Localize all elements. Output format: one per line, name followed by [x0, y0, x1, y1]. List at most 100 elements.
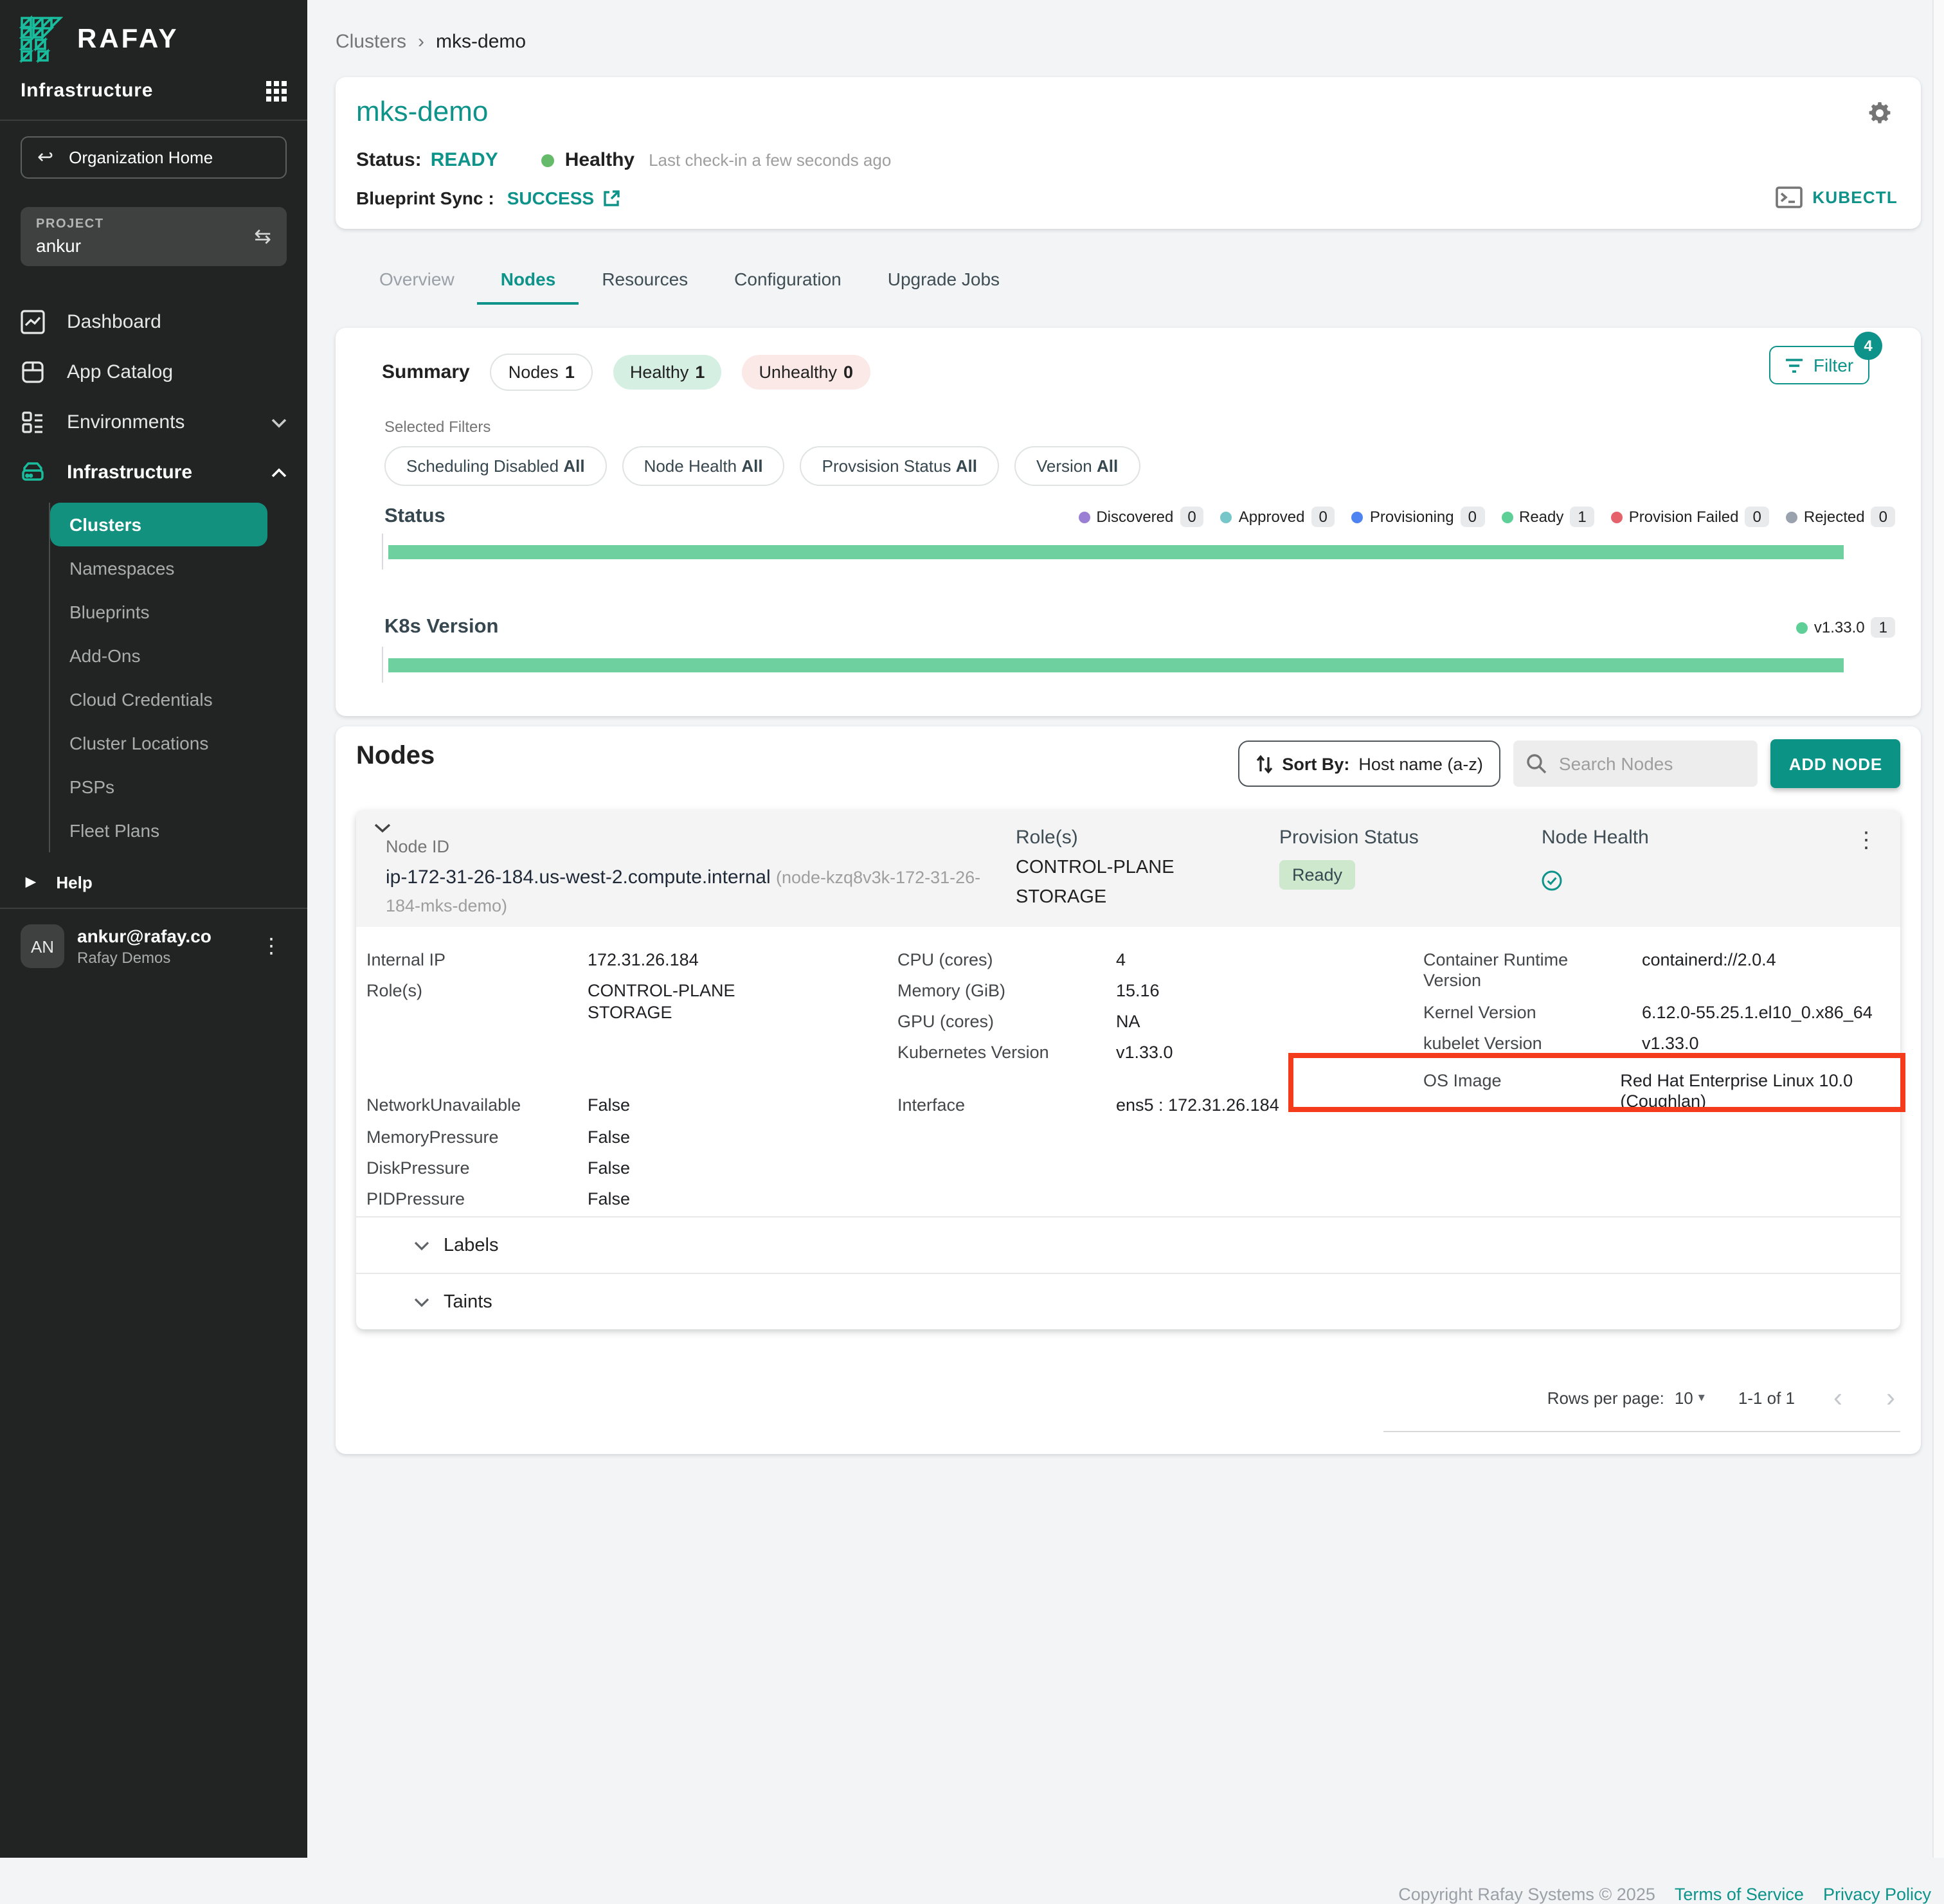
status-bar-ready: [388, 544, 1844, 559]
sort-value: Host name (a-z): [1358, 754, 1483, 773]
next-page-icon[interactable]: ›: [1881, 1385, 1900, 1412]
user-account: AN ankur@rafay.co Rafay Demos ⋮: [0, 908, 307, 983]
environments-icon: [21, 410, 45, 435]
copyright-text: Copyright Rafay Systems © 2025: [1398, 1885, 1655, 1904]
unhealthy-count-chip[interactable]: Unhealthy 0: [742, 355, 870, 390]
detail-row: GPU (cores)NA: [897, 1012, 1140, 1032]
breadcrumb: Clusters › mks-demo: [336, 31, 526, 53]
nodes-count-chip[interactable]: Nodes 1: [491, 354, 593, 391]
sidebar-nav: Dashboard App Catalog Environments: [0, 297, 307, 852]
sort-by-button[interactable]: Sort By: Host name (a-z): [1238, 741, 1501, 787]
tab-overview[interactable]: Overview: [356, 261, 478, 305]
privacy-policy-link[interactable]: Privacy Policy: [1823, 1885, 1931, 1904]
sidebar-item-environments[interactable]: Environments: [0, 397, 307, 447]
sidebar-item-psps[interactable]: PSPs: [50, 765, 307, 809]
gear-icon[interactable]: [1867, 100, 1893, 126]
rows-per-page-label: Rows per page:: [1547, 1388, 1664, 1408]
page-scrollbar[interactable]: [1932, 0, 1944, 1858]
legend-provisioning: Provisioning0: [1352, 507, 1484, 527]
detail-row: Container Runtime Versioncontainerd://2.…: [1423, 950, 1899, 992]
healthy-count-chip[interactable]: Healthy 1: [613, 355, 722, 390]
blueprint-sync-label: Blueprint Sync :: [356, 188, 494, 208]
chip-label: Unhealthy: [759, 363, 837, 382]
tab-configuration[interactable]: Configuration: [711, 261, 865, 305]
node-provision-cell: Provision Status Ready: [1279, 827, 1419, 890]
provision-status-badge: Ready: [1279, 860, 1355, 890]
main-content: Clusters › mks-demo mks-demo Status: REA…: [307, 0, 1944, 1858]
collapse-caret-icon[interactable]: [374, 823, 391, 833]
tab-nodes[interactable]: Nodes: [478, 261, 579, 305]
sidebar: RAFAY Infrastructure ↩ Organization Home…: [0, 0, 307, 1858]
project-switcher[interactable]: PROJECT ankur ⇆: [21, 207, 287, 266]
chip-count: 0: [843, 363, 853, 382]
terms-of-service-link[interactable]: Terms of Service: [1675, 1885, 1804, 1904]
nodes-card: Nodes Sort By: Host name (a-z) ADD NODE: [336, 726, 1921, 1454]
provision-status-header: Provision Status: [1279, 827, 1419, 849]
status-bar-rail: [382, 534, 1844, 570]
filter-pill-version[interactable]: Version All: [1014, 446, 1140, 486]
prev-page-icon[interactable]: ‹: [1828, 1385, 1848, 1412]
filter-pill-provision-status[interactable]: Provsision Status All: [800, 446, 999, 486]
help-toggle[interactable]: ▶ Help: [0, 852, 307, 908]
tab-resources[interactable]: Resources: [579, 261, 711, 305]
node-menu-kebab-icon[interactable]: ⋮: [1850, 828, 1882, 854]
sidebar-item-namespaces[interactable]: Namespaces: [50, 546, 307, 590]
nodes-controls: Sort By: Host name (a-z) ADD NODE: [1238, 739, 1900, 788]
chevron-down-icon: [271, 417, 287, 427]
rows-per-page-select[interactable]: 10 ▾: [1675, 1388, 1705, 1408]
node-health-header: Node Health: [1542, 827, 1649, 849]
chip-label: Nodes: [509, 363, 559, 382]
legend-count: 1: [1871, 617, 1895, 638]
search-icon: [1527, 753, 1547, 774]
taints-toggle[interactable]: Taints: [356, 1273, 1900, 1329]
blueprint-sync-value[interactable]: SUCCESS: [507, 188, 594, 208]
legend-count: 1: [1570, 507, 1594, 527]
sidebar-item-dashboard[interactable]: Dashboard: [0, 297, 307, 347]
footer: Copyright Rafay Systems © 2025 Terms of …: [1398, 1885, 1931, 1904]
sidebar-item-infrastructure[interactable]: Infrastructure: [0, 447, 307, 498]
detail-row: Kernel Version6.12.0-55.25.1.el10_0.x86_…: [1423, 1003, 1899, 1023]
search-nodes-input[interactable]: [1556, 752, 1736, 775]
organization-home-label: Organization Home: [69, 148, 213, 167]
external-link-icon[interactable]: [602, 188, 621, 208]
app-catalog-icon: [21, 360, 45, 384]
node-row-header: Node ID ip-172-31-26-184.us-west-2.compu…: [356, 810, 1900, 927]
sidebar-item-add-ons[interactable]: Add-Ons: [50, 634, 307, 678]
detail-row: STORAGE: [366, 1003, 672, 1023]
filter-pill-scheduling-disabled[interactable]: Scheduling Disabled All: [384, 446, 607, 486]
breadcrumb-clusters[interactable]: Clusters: [336, 31, 406, 53]
k8s-bar-rail: [382, 647, 1844, 683]
node-health-cell: Node Health: [1542, 827, 1649, 891]
sidebar-item-cluster-locations[interactable]: Cluster Locations: [50, 721, 307, 765]
kubectl-label: KUBECTL: [1812, 188, 1898, 207]
sidebar-item-app-catalog[interactable]: App Catalog: [0, 347, 307, 397]
sidebar-item-clusters[interactable]: Clusters: [50, 503, 267, 546]
rejected-dot-icon: [1786, 511, 1797, 523]
add-node-button[interactable]: ADD NODE: [1771, 739, 1900, 788]
labels-toggle[interactable]: Labels: [356, 1216, 1900, 1273]
sort-label: Sort By:: [1282, 754, 1349, 773]
sidebar-divider: [0, 120, 307, 121]
tab-upgrade-jobs[interactable]: Upgrade Jobs: [865, 261, 1023, 305]
detail-row: PIDPressureFalse: [366, 1189, 630, 1210]
project-label: PROJECT: [36, 217, 104, 231]
rafay-console: RAFAY Infrastructure ↩ Organization Home…: [0, 0, 1944, 1858]
filter-pill-node-health[interactable]: Node Health All: [622, 446, 785, 486]
detail-row: kubelet Versionv1.33.0: [1423, 1034, 1899, 1054]
sidebar-item-fleet-plans[interactable]: Fleet Plans: [50, 809, 307, 852]
apps-grid-icon[interactable]: [266, 80, 287, 101]
detail-row: DiskPressureFalse: [366, 1158, 630, 1179]
chip-label: Healthy: [630, 363, 689, 382]
summary-card: Summary Nodes 1 Healthy 1 Unhealthy 0 Fi…: [336, 328, 1921, 716]
kubectl-button[interactable]: KUBECTL: [1775, 186, 1898, 208]
legend-approved: Approved0: [1221, 507, 1335, 527]
sidebar-item-blueprints[interactable]: Blueprints: [50, 590, 307, 634]
sort-arrows-icon: [1256, 754, 1273, 773]
sidebar-item-label: Dashboard: [67, 311, 161, 333]
user-menu-kebab-icon[interactable]: ⋮: [256, 933, 287, 959]
detail-row: Memory (GiB)15.16: [897, 981, 1160, 1001]
sidebar-item-cloud-credentials[interactable]: Cloud Credentials: [50, 678, 307, 721]
filter-button[interactable]: Filter 4: [1769, 346, 1869, 384]
pagination-range: 1-1 of 1: [1738, 1388, 1795, 1408]
organization-home-button[interactable]: ↩ Organization Home: [21, 136, 287, 179]
